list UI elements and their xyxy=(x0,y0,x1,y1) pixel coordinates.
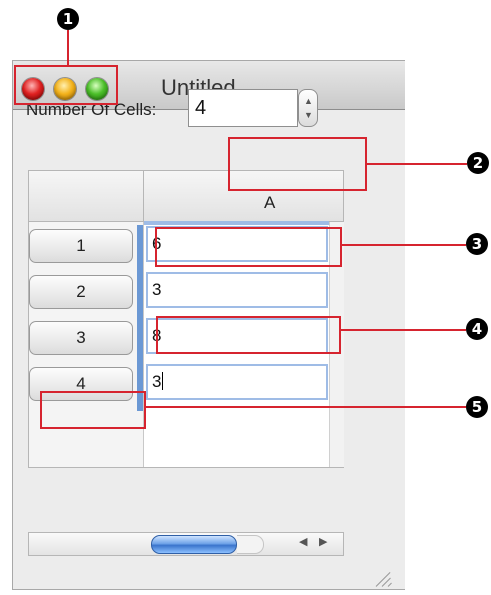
scroll-thumb[interactable] xyxy=(151,535,237,554)
callout-line xyxy=(367,163,467,165)
traffic-lights-highlight xyxy=(14,65,118,105)
callout-1: 1 xyxy=(57,8,79,30)
callout-5: 5 xyxy=(466,396,488,418)
callout-line xyxy=(146,406,466,408)
row-header-3[interactable]: 3 xyxy=(29,321,133,355)
text-cursor xyxy=(162,372,164,390)
stepper-highlight xyxy=(228,137,367,191)
stepper-down-icon[interactable]: ▼ xyxy=(304,111,313,120)
column-header-label: A xyxy=(264,193,276,212)
row-header-2[interactable]: 2 xyxy=(29,275,133,309)
cell-value: 3 xyxy=(152,372,162,391)
cell-highlight xyxy=(156,316,341,354)
scroll-thumb-end xyxy=(237,535,264,554)
horizontal-scrollbar[interactable]: ◀ ▶ xyxy=(143,532,344,556)
row-header-1[interactable]: 1 xyxy=(29,229,133,263)
callout-line xyxy=(341,329,466,331)
column-header-highlight xyxy=(155,227,342,267)
callout-2: 2 xyxy=(467,152,489,174)
table-cell-editing[interactable]: 3 xyxy=(146,364,328,400)
table-corner xyxy=(29,171,144,222)
callout-3: 3 xyxy=(466,233,488,255)
cell-value: 3 xyxy=(152,280,162,299)
scroll-right-icon[interactable]: ▶ xyxy=(319,535,327,548)
stepper-up-icon[interactable]: ▲ xyxy=(304,97,313,106)
number-of-cells-input[interactable]: 4 xyxy=(188,89,298,127)
column-selection-strip xyxy=(144,221,329,225)
callout-line xyxy=(342,244,466,246)
callout-4: 4 xyxy=(466,318,488,340)
row-selection-bar xyxy=(137,225,143,411)
resize-grip-icon[interactable] xyxy=(372,568,394,587)
table-cell[interactable]: 3 xyxy=(146,272,328,308)
callout-line xyxy=(67,30,69,66)
cells-stepper[interactable]: ▲ ▼ xyxy=(298,89,318,127)
row-header-highlight xyxy=(40,391,146,429)
scroll-left-icon[interactable]: ◀ xyxy=(299,535,307,548)
row-header-scroll-area xyxy=(28,532,144,556)
